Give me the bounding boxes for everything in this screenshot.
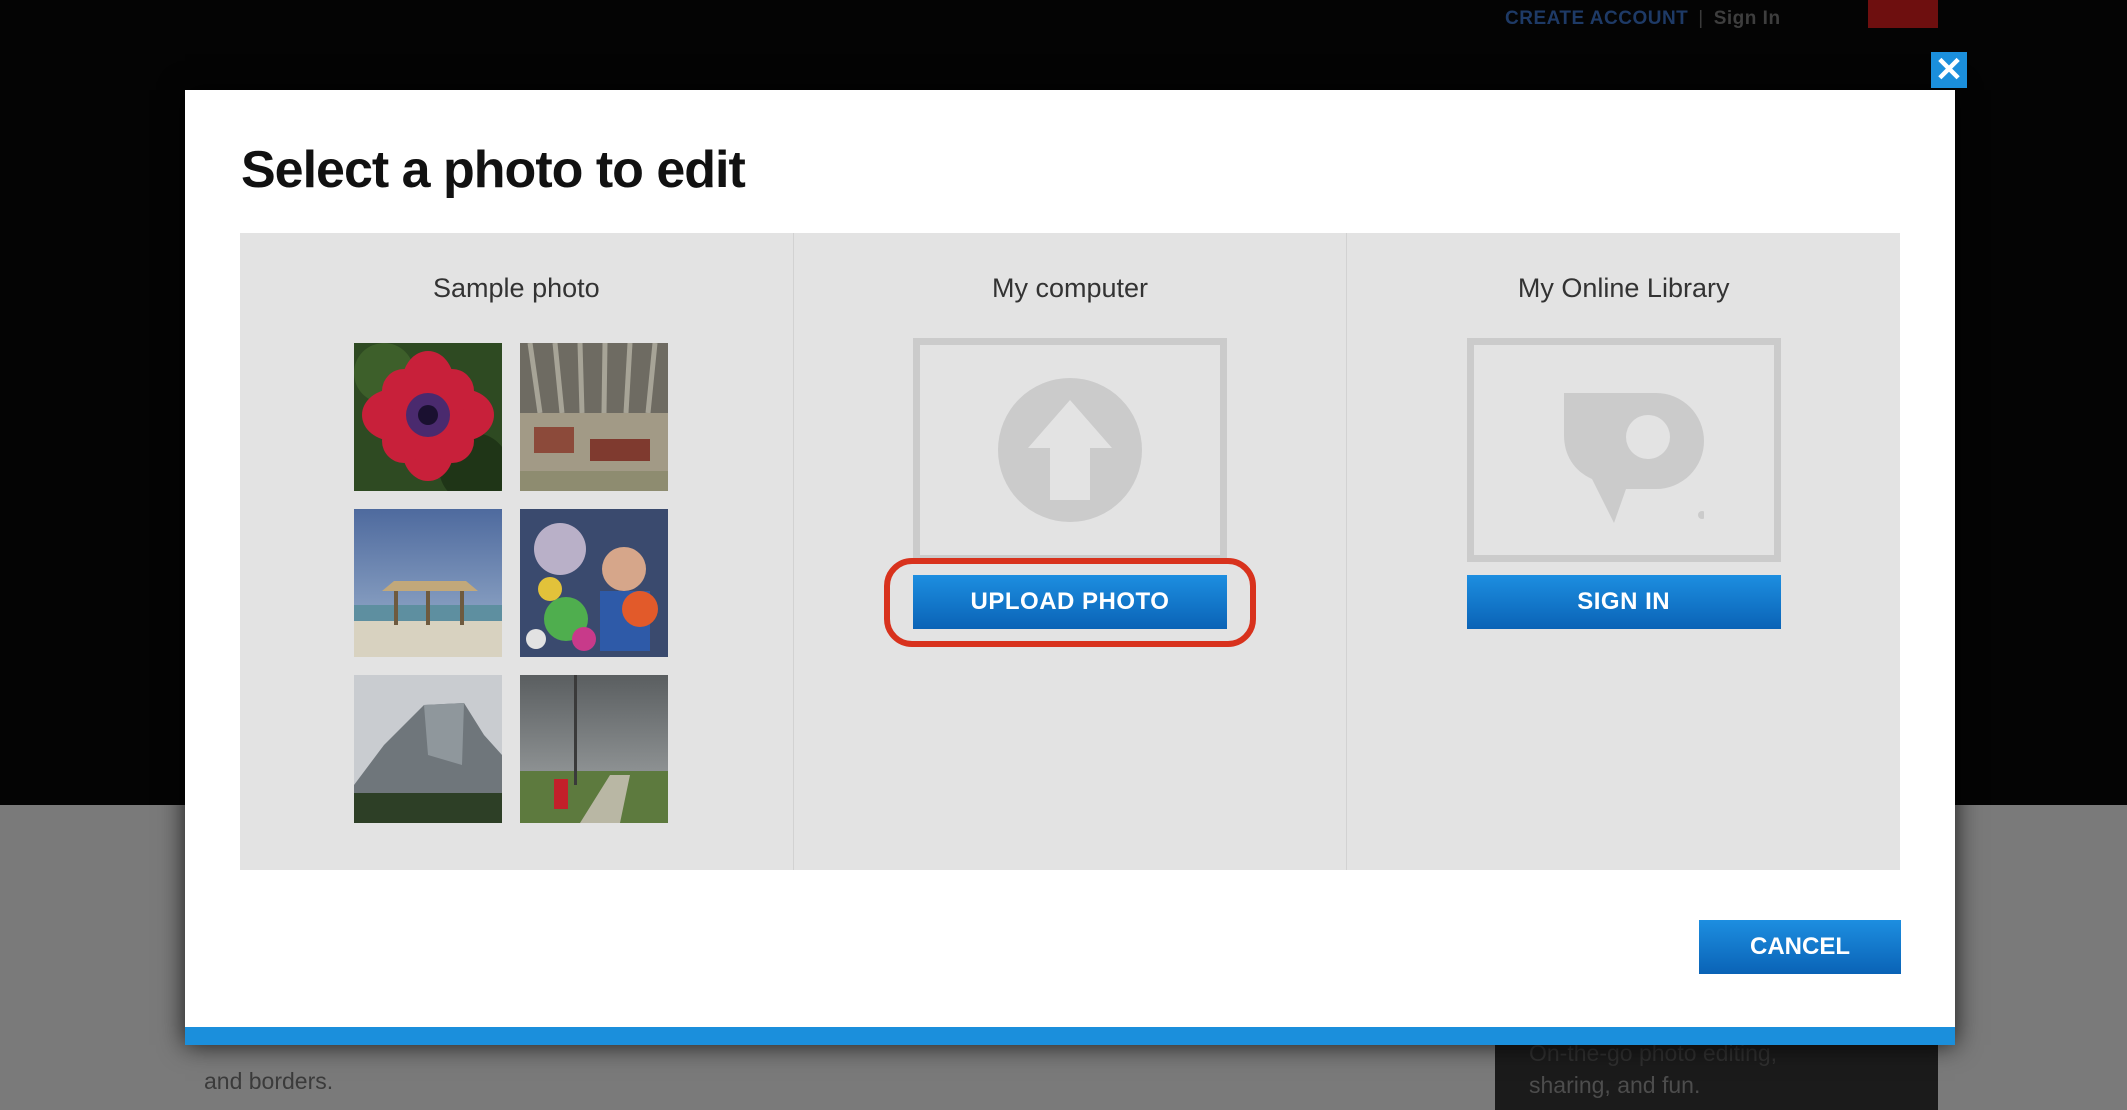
my-computer-title: My computer [991,273,1149,303]
sample-thumbnail-kids[interactable] [520,509,668,657]
upload-photo-button[interactable]: UPLOAD PHOTO [913,575,1227,629]
sample-thumbnail-barn[interactable] [520,343,668,491]
upload-drop-area[interactable] [913,338,1227,562]
sample-photo-column: Sample photo [240,233,793,870]
sample-thumbnail-mountain[interactable] [354,675,502,823]
sign-in-link[interactable]: Sign In [1714,8,1781,29]
cancel-button[interactable]: CANCEL [1699,920,1901,974]
upload-arrow-icon [998,378,1142,522]
online-library-title: My Online Library [1517,273,1730,303]
sample-thumbnail-beach[interactable] [354,509,502,657]
sample-thumbnail-phonebooth[interactable] [520,675,668,823]
photoshop-express-logo-icon [1563,393,1704,523]
background-text: and borders. [204,1068,334,1094]
sample-photo-title: Sample photo [433,273,600,303]
sign-in-button[interactable]: SIGN IN [1466,575,1781,629]
top-links-separator: | [1698,8,1704,29]
promo-line-2: sharing, and fun. [1529,1072,1701,1098]
create-account-link[interactable]: CREATE ACCOUNT [1505,8,1688,29]
select-photo-dialog: ✕ Select a photo to edit Sample photo My… [185,52,1967,1045]
source-panel: Sample photo My computer UPLOAD PHOTO My… [240,233,1900,870]
close-icon[interactable]: ✕ [1931,52,1967,88]
dialog-bottom-accent [185,1027,1955,1045]
online-library-area[interactable] [1466,338,1781,562]
background-red-button[interactable] [1868,0,1938,28]
dialog-title: Select a photo to edit [241,141,746,199]
top-links: CREATE ACCOUNT | Sign In [1505,8,1781,30]
sample-thumbnail-flower[interactable] [354,343,502,491]
my-computer-column: My computer UPLOAD PHOTO [792,233,1347,870]
sample-thumbnail-grid [354,343,669,823]
my-online-library-column: My Online Library SIGN IN [1346,233,1900,870]
